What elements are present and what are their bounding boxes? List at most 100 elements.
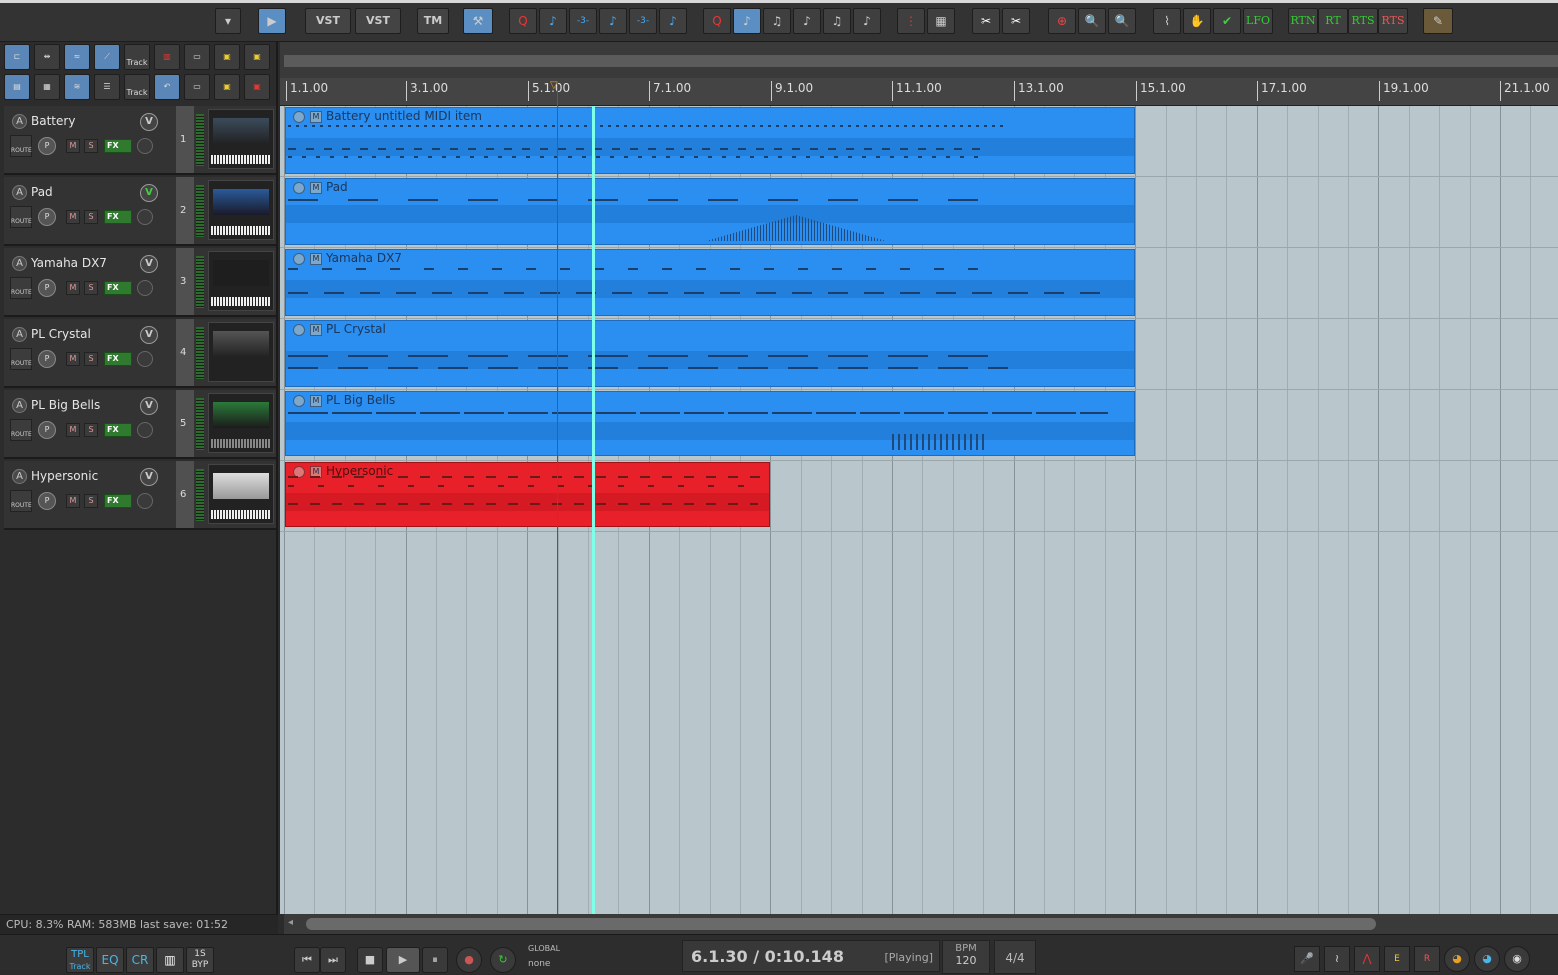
- repeat-icon[interactable]: ↻: [490, 947, 516, 973]
- folder-icon-2[interactable]: ▣: [214, 44, 240, 70]
- snap-icon[interactable]: ≈: [64, 44, 90, 70]
- plugin-icon-2[interactable]: ◕: [1474, 946, 1500, 972]
- quantize-red-icon[interactable]: Q: [703, 8, 731, 34]
- envelope-icon[interactable]: ⌇: [1153, 8, 1181, 34]
- track-row[interactable]: A Battery V ROUTE P M S FX 1: [4, 106, 276, 175]
- vst-toggle-button[interactable]: V: [140, 184, 158, 202]
- track-name[interactable]: PL Crystal: [31, 327, 91, 341]
- vst-button-2[interactable]: VST: [355, 8, 401, 34]
- rts-button-2[interactable]: RTS: [1378, 8, 1408, 34]
- zoom-out-icon[interactable]: 🔍: [1108, 8, 1136, 34]
- check-icon[interactable]: ✔: [1213, 8, 1241, 34]
- loop-icon[interactable]: ⊏: [4, 44, 30, 70]
- plugin-icon-1[interactable]: ◕: [1444, 946, 1470, 972]
- split-tool-icon[interactable]: ⇹: [34, 44, 60, 70]
- route-button[interactable]: ROUTE: [10, 419, 32, 441]
- track-name[interactable]: Pad: [31, 185, 53, 199]
- pan-knob[interactable]: P: [38, 279, 56, 297]
- stack-icon[interactable]: ☰: [94, 74, 120, 100]
- zoom-in-icon[interactable]: 🔍: [1078, 8, 1106, 34]
- track-row[interactable]: A Yamaha DX7 V ROUTE P M S FX 3: [4, 248, 276, 317]
- eq-button[interactable]: EQ: [96, 947, 124, 973]
- midi-item[interactable]: M Hypersonic: [285, 462, 770, 527]
- vst-toggle-button[interactable]: V: [140, 397, 158, 415]
- solo-button[interactable]: S: [84, 494, 98, 508]
- rts-button-1[interactable]: RTS: [1348, 8, 1378, 34]
- record-arm-button[interactable]: A: [12, 469, 27, 484]
- plugin-thumbnail[interactable]: [208, 322, 274, 382]
- plugin-thumbnail[interactable]: [208, 109, 274, 169]
- track-row[interactable]: A Pad V ROUTE P M S FX 2: [4, 177, 276, 246]
- microphone-icon[interactable]: 🎤: [1294, 946, 1320, 972]
- note-grid-icon-5[interactable]: ♪: [853, 8, 881, 34]
- item-mute-button[interactable]: M: [310, 111, 322, 123]
- fx-button[interactable]: FX: [104, 281, 132, 295]
- record-arm-button[interactable]: A: [12, 256, 27, 271]
- track-name[interactable]: Hypersonic: [31, 469, 98, 483]
- volume-knob[interactable]: [137, 209, 153, 225]
- rtn-button[interactable]: RTN: [1288, 8, 1318, 34]
- route-button[interactable]: ROUTE: [10, 348, 32, 370]
- plugin-thumbnail[interactable]: [208, 251, 274, 311]
- folder-delete-icon[interactable]: ▣: [244, 74, 270, 100]
- zoom-reset-icon[interactable]: ⊕: [1048, 8, 1076, 34]
- tools-icon[interactable]: ✎: [1423, 8, 1453, 34]
- triplet-icon-2[interactable]: -3-: [629, 8, 657, 34]
- volume-knob[interactable]: [137, 493, 153, 509]
- volume-knob[interactable]: [137, 138, 153, 154]
- pan-knob[interactable]: P: [38, 350, 56, 368]
- mute-button[interactable]: M: [66, 139, 80, 153]
- note-icon-2[interactable]: ♪: [599, 8, 627, 34]
- track-button-2[interactable]: Track: [124, 74, 150, 100]
- plugin-thumbnail[interactable]: [208, 464, 274, 524]
- return-icon[interactable]: ↶: [154, 74, 180, 100]
- vst-toggle-button[interactable]: V: [140, 255, 158, 273]
- note-grid-icon-4[interactable]: ♫: [823, 8, 851, 34]
- item-mute-button[interactable]: M: [310, 324, 322, 336]
- mute-button[interactable]: M: [66, 494, 80, 508]
- solo-button[interactable]: S: [84, 281, 98, 295]
- solo-button[interactable]: S: [84, 352, 98, 366]
- bpm-box[interactable]: BPM 120: [942, 940, 990, 974]
- record-icon[interactable]: ●: [456, 947, 482, 973]
- track-name[interactable]: Yamaha DX7: [31, 256, 107, 270]
- horizontal-scrollbar[interactable]: ◂: [284, 914, 1558, 934]
- folder-close-icon[interactable]: ▣: [244, 44, 270, 70]
- item-mute-button[interactable]: M: [310, 182, 322, 194]
- scroll-thumb[interactable]: [306, 918, 1376, 930]
- top-scroll-strip[interactable]: [284, 55, 1558, 67]
- record-arm-button[interactable]: A: [12, 185, 27, 200]
- midi-item[interactable]: M Yamaha DX7: [285, 249, 1135, 316]
- track-name[interactable]: Battery: [31, 114, 75, 128]
- track-row[interactable]: A Hypersonic V ROUTE P M S FX 6: [4, 461, 276, 530]
- track-button-1[interactable]: Track: [124, 44, 150, 70]
- timeline-ruler[interactable]: 1.1.00 3.1.00 5.1.00 7.1.00 9.1.00 11.1.…: [280, 78, 1558, 106]
- mute-button[interactable]: M: [66, 210, 80, 224]
- item-lock-icon[interactable]: [293, 253, 305, 265]
- triplet-icon-1[interactable]: -3-: [569, 8, 597, 34]
- quantize-icon[interactable]: Q: [509, 8, 537, 34]
- dropdown-icon[interactable]: ▾: [215, 8, 241, 34]
- mixer-icon[interactable]: ≋: [64, 74, 90, 100]
- item-mute-button[interactable]: M: [310, 253, 322, 265]
- waveform-icon[interactable]: ≀: [1324, 946, 1350, 972]
- item-lock-icon[interactable]: [293, 111, 305, 123]
- midi-item[interactable]: M PL Big Bells: [285, 391, 1135, 456]
- plugin-icon-3[interactable]: ◉: [1504, 946, 1530, 972]
- note-grid-icon-1[interactable]: ♪: [733, 8, 761, 34]
- fx-button[interactable]: FX: [104, 494, 132, 508]
- grid-icon[interactable]: ▦: [927, 8, 955, 34]
- pan-knob[interactable]: P: [38, 492, 56, 510]
- fx-button[interactable]: FX: [104, 139, 132, 153]
- mute-button[interactable]: M: [66, 423, 80, 437]
- midi-item[interactable]: M Battery untitled MIDI item: [285, 107, 1135, 174]
- pan-knob[interactable]: P: [38, 208, 56, 226]
- note-grid-icon-3[interactable]: ♪: [793, 8, 821, 34]
- time-display[interactable]: 6.1.30 / 0:10.148 [Playing]: [682, 940, 940, 972]
- solo-button[interactable]: S: [84, 139, 98, 153]
- fx-button[interactable]: FX: [104, 210, 132, 224]
- cut-icon-1[interactable]: ✂: [972, 8, 1000, 34]
- item-lock-icon[interactable]: [293, 395, 305, 407]
- note-grid-icon-2[interactable]: ♫: [763, 8, 791, 34]
- route-button[interactable]: ROUTE: [10, 277, 32, 299]
